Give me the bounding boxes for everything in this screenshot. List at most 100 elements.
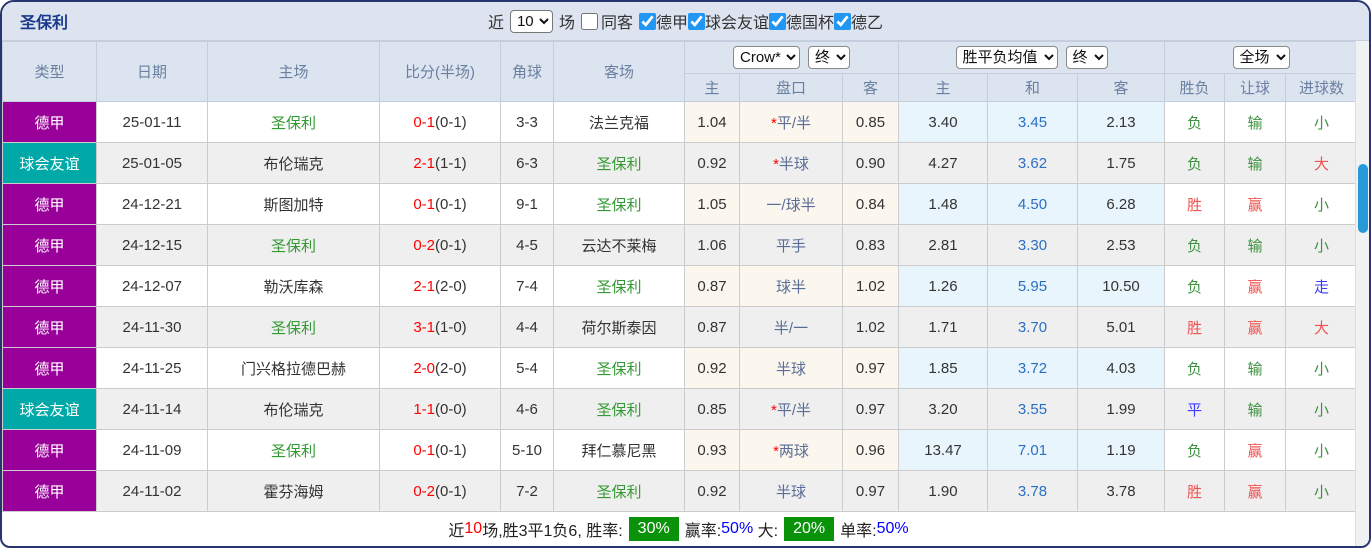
- avg-draw-cell: 3.45: [987, 101, 1079, 143]
- full-score: 2-1: [413, 154, 435, 172]
- subcol-goals-result: 进球数: [1285, 73, 1359, 102]
- league-label: 球会友谊: [705, 15, 770, 32]
- odds-group-header: Crow* 终: [683, 41, 900, 74]
- league-filter[interactable]: 德乙: [834, 9, 883, 33]
- half-score: (0-1): [435, 195, 467, 213]
- avg-away-cell: 10.50: [1077, 265, 1166, 307]
- winlose-result-cell: 胜: [1164, 183, 1226, 225]
- goals-result-cell: 大: [1285, 306, 1359, 348]
- table-header: 类型 日期 主场 比分(半场) 角球 客场 Crow* 终 胜平负均值 终 全场…: [2, 41, 1359, 102]
- league-checkbox[interactable]: [688, 12, 705, 30]
- home-odds-cell: 0.92: [684, 142, 740, 184]
- table-row: 德甲 24-12-07 勒沃库森 2-1(2-0) 7-4 圣保利 0.87 球半 1.02 1.…: [2, 265, 1359, 307]
- home-team-cell[interactable]: 斯图加特: [207, 183, 380, 225]
- league-filter[interactable]: 球会友谊: [688, 9, 769, 33]
- home-team-cell[interactable]: 圣保利: [207, 224, 380, 266]
- result-group-header: 全场: [1164, 41, 1359, 74]
- full-score: 0-1: [413, 441, 435, 459]
- avg-type-select[interactable]: 胜平负均值: [955, 46, 1058, 69]
- league-filter[interactable]: 德甲: [638, 9, 688, 33]
- corner-cell: 4-4: [500, 306, 554, 348]
- home-team-cell[interactable]: 布伦瑞克: [207, 388, 380, 430]
- home-odds-cell: 0.92: [684, 347, 740, 389]
- league-checkbox[interactable]: [834, 12, 852, 30]
- away-team-cell[interactable]: 拜仁慕尼黑: [553, 429, 685, 471]
- result-scope-select[interactable]: 全场: [1232, 46, 1290, 69]
- table-row: 德甲 24-12-15 圣保利 0-2(0-1) 4-5 云达不莱梅 1.06 平手 0.83 2…: [2, 224, 1359, 266]
- away-team-cell[interactable]: 云达不莱梅: [553, 224, 685, 266]
- avg-period-select[interactable]: 终: [1065, 46, 1108, 69]
- summary-part: 10: [464, 520, 483, 537]
- subcol-winlose: 胜负: [1164, 73, 1226, 102]
- score-cell: 1-1(0-0): [379, 388, 501, 430]
- live-star-icon: *: [773, 442, 779, 460]
- handicap-cell: 球半: [739, 265, 843, 307]
- corner-cell: 4-5: [500, 224, 554, 266]
- bookmaker-select[interactable]: Crow*: [733, 46, 800, 69]
- away-team-cell[interactable]: 圣保利: [553, 470, 685, 512]
- away-team-cell[interactable]: 法兰克福: [553, 101, 685, 143]
- home-team-cell[interactable]: 霍芬海姆: [207, 470, 380, 512]
- home-team-cell[interactable]: 圣保利: [207, 429, 380, 471]
- half-score: (2-0): [435, 359, 467, 377]
- league-label: 德国杯: [786, 15, 835, 32]
- odds-period-select[interactable]: 终: [808, 46, 850, 69]
- col-header-corner: 角球: [500, 41, 554, 102]
- league-type-cell: 德甲: [2, 101, 97, 143]
- subcol-odds-away: 客: [841, 73, 900, 102]
- date-cell: 24-11-14: [96, 388, 208, 430]
- full-score: 2-0: [413, 359, 435, 377]
- home-team-cell[interactable]: 布伦瑞克: [207, 142, 380, 184]
- same-opponent-filter[interactable]: 同客: [580, 9, 633, 33]
- avg-away-cell: 5.01: [1077, 306, 1166, 348]
- home-odds-cell: 1.06: [684, 224, 740, 266]
- full-score: 0-2: [413, 236, 435, 254]
- score-cell: 0-1(0-1): [379, 101, 501, 143]
- date-cell: 24-12-07: [96, 265, 208, 307]
- winlose-result-cell: 负: [1164, 101, 1226, 143]
- handicap-result-cell: 输: [1224, 142, 1287, 184]
- goals-result-cell: 小: [1285, 388, 1359, 430]
- away-team-cell[interactable]: 圣保利: [553, 388, 685, 430]
- away-odds-cell: 1.02: [841, 306, 900, 348]
- live-star-icon: *: [770, 401, 777, 419]
- away-team-cell[interactable]: 圣保利: [553, 265, 685, 307]
- col-header-type: 类型: [2, 41, 97, 102]
- score-cell: 0-1(0-1): [379, 183, 501, 225]
- away-team-cell[interactable]: 圣保利: [553, 347, 685, 389]
- winlose-result-cell: 负: [1164, 142, 1226, 184]
- handicap-result-cell: 赢: [1224, 306, 1287, 348]
- col-header-home: 主场: [207, 41, 380, 102]
- away-team-cell[interactable]: 圣保利: [553, 183, 685, 225]
- same-opponent-checkbox[interactable]: [580, 12, 598, 30]
- col-header-score: 比分(半场): [379, 41, 501, 102]
- stats-panel: 圣保利 近 10 场 同客 德甲 球会友谊 德国杯 德乙 类型 日期 主场 比分…: [0, 0, 1371, 548]
- score-cell: 2-0(2-0): [379, 347, 501, 389]
- full-score: 3-1: [413, 318, 435, 336]
- home-team-cell[interactable]: 勒沃库森: [207, 265, 380, 307]
- avg-draw-cell: 3.78: [987, 470, 1079, 512]
- away-team-cell[interactable]: 圣保利: [553, 142, 685, 184]
- league-checkbox[interactable]: [769, 12, 787, 30]
- home-team-cell[interactable]: 圣保利: [207, 306, 380, 348]
- recent-label: 近: [487, 15, 504, 32]
- scrollbar-thumb[interactable]: [1358, 164, 1368, 233]
- home-team-cell[interactable]: 圣保利: [207, 101, 380, 143]
- avg-home-cell: 1.48: [898, 183, 989, 225]
- league-checkbox[interactable]: [638, 12, 656, 30]
- league-type-cell: 德甲: [2, 183, 97, 225]
- avg-home-cell: 13.47: [898, 429, 989, 471]
- half-score: (0-1): [435, 236, 467, 254]
- table-row: 球会友谊 24-11-14 布伦瑞克 1-1(0-0) 4-6 圣保利 0.85 *平/半 0.…: [2, 388, 1359, 430]
- subcol-handicap: 盘口: [739, 73, 843, 102]
- date-cell: 24-11-30: [96, 306, 208, 348]
- summary-part: 20%: [784, 517, 835, 541]
- scrollbar-track[interactable]: [1355, 41, 1369, 546]
- recent-count-select[interactable]: 10: [509, 9, 553, 33]
- league-filter[interactable]: 德国杯: [769, 9, 834, 33]
- summary-bar: 近 10 场,胜3平1负6, 胜率: 30% 赢率: 50% 大: 20% 单率: 50%: [2, 512, 1355, 546]
- home-team-cell[interactable]: 门兴格拉德巴赫: [207, 347, 380, 389]
- summary-part: 场,胜3平1负6, 胜率:: [482, 523, 623, 540]
- goals-result-cell: 大: [1285, 142, 1359, 184]
- away-team-cell[interactable]: 荷尔斯泰因: [553, 306, 685, 348]
